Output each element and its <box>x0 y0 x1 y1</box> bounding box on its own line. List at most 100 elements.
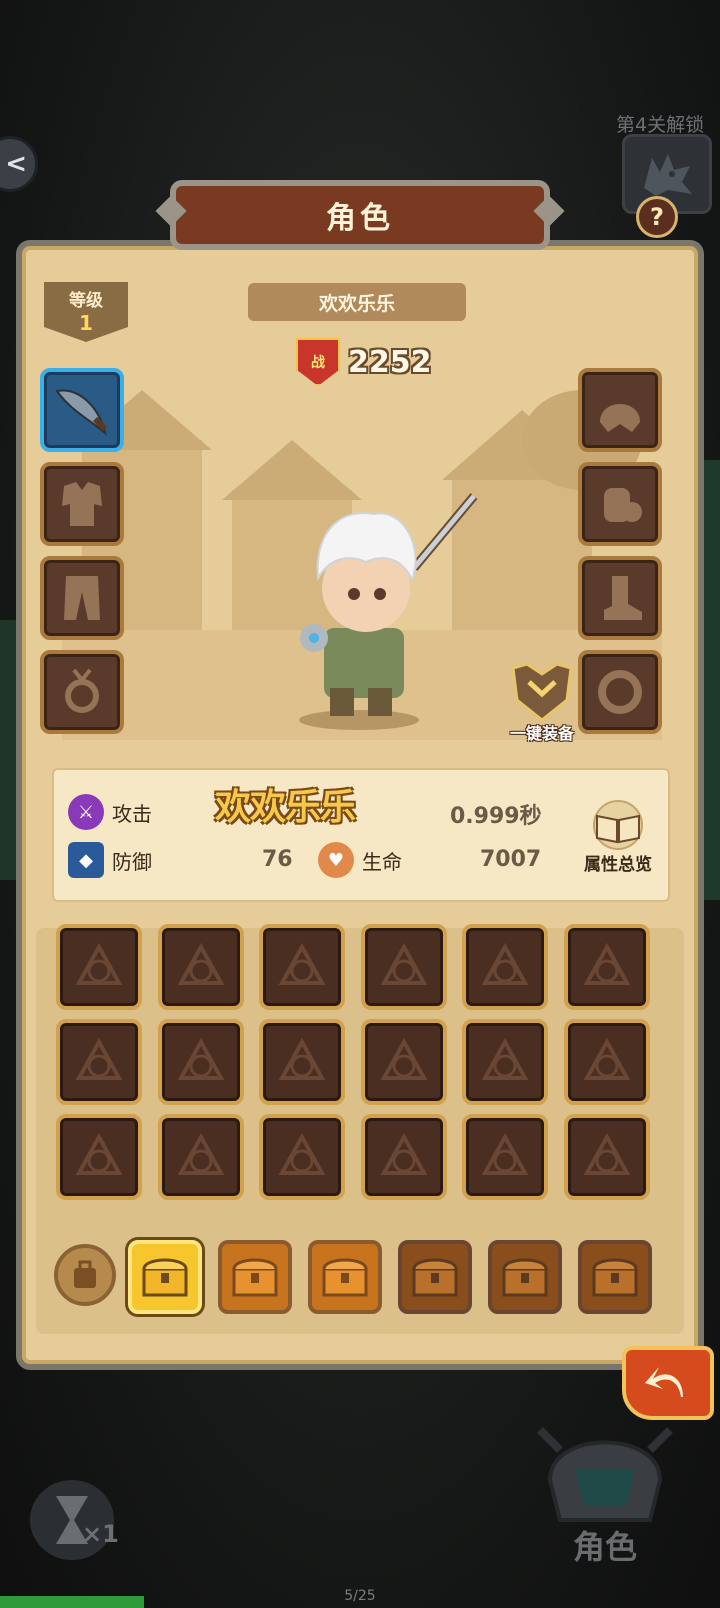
inventory-slot[interactable] <box>56 1114 142 1200</box>
empty-slot-emblem-icon <box>75 942 123 985</box>
inventory-slot[interactable] <box>360 924 447 1010</box>
inventory-slot[interactable] <box>462 1019 548 1105</box>
inventory-slot[interactable] <box>157 1019 244 1105</box>
combat-power: 战 2252 <box>296 338 432 386</box>
ring-icon <box>65 668 99 713</box>
chest-tab-3[interactable] <box>308 1240 382 1314</box>
book-icon <box>593 800 643 850</box>
attribute-overview-button[interactable]: 属性总览 <box>580 800 656 880</box>
empty-slot-emblem-icon <box>177 942 224 985</box>
empty-slot-emblem-icon <box>481 1132 529 1175</box>
wolf-icon <box>644 154 692 196</box>
armor-icon <box>62 482 102 526</box>
chest-tab-5[interactable] <box>488 1240 562 1314</box>
hp-label: 生命 <box>362 849 402 874</box>
chest-icon <box>322 1258 368 1297</box>
empty-slot-emblem-icon <box>380 942 427 985</box>
empty-slot-emblem-icon <box>380 1132 427 1175</box>
panel-title: 角色 <box>170 180 550 250</box>
stats-box <box>52 768 670 902</box>
auto-equip-label: 一键装备 <box>509 724 574 743</box>
helmet-tab-icon <box>537 1427 673 1522</box>
unlock-hint: 第4关解锁 <box>616 114 705 136</box>
boots-icon <box>604 576 642 620</box>
loading-progress-bar <box>0 1596 144 1608</box>
boots-slot[interactable] <box>578 556 662 640</box>
attack-speed-value: 0.999秒 <box>450 804 542 829</box>
defense-value: 76 <box>262 847 293 872</box>
hp-value: 7007 <box>480 847 542 872</box>
return-arrow-icon <box>645 1367 683 1397</box>
auto-equip-button[interactable]: 一键装备 <box>500 660 584 746</box>
inventory-slot[interactable] <box>360 1114 447 1200</box>
hp-stat: ♥ 生命 <box>318 842 402 878</box>
inventory-slot[interactable] <box>259 1114 345 1200</box>
inventory-slot[interactable] <box>462 924 548 1010</box>
chest-icon <box>592 1258 638 1297</box>
power-value: 2252 <box>348 344 432 380</box>
inventory-slot[interactable] <box>563 1019 650 1105</box>
empty-slot-emblem-icon <box>75 1037 123 1080</box>
empty-slot-emblem-icon <box>75 1132 123 1175</box>
inventory-slot[interactable] <box>259 1019 345 1105</box>
inventory-slot[interactable] <box>563 924 650 1010</box>
ring-slot[interactable] <box>40 650 124 734</box>
heart-icon: ♥ <box>318 842 354 878</box>
inventory-slot[interactable] <box>259 924 345 1010</box>
defense-stat: ◆ 防御 <box>68 842 152 878</box>
help-button[interactable]: ? <box>636 196 678 238</box>
weapon-slot[interactable] <box>40 368 124 452</box>
amulet-slot[interactable] <box>578 650 662 734</box>
chest-tab-2[interactable] <box>218 1240 292 1314</box>
level-label: 等级 <box>69 291 103 311</box>
hero-name: 欢欢乐乐 <box>248 283 466 321</box>
bag-tab[interactable] <box>54 1244 116 1306</box>
attack-label: 攻击 <box>112 801 152 826</box>
sword-icon <box>55 389 108 436</box>
chest-icon <box>502 1258 548 1297</box>
level-value: 1 <box>79 311 93 335</box>
character-tab[interactable]: 角色 <box>520 1410 690 1608</box>
return-button[interactable] <box>622 1346 714 1420</box>
empty-slot-emblem-icon <box>380 1037 427 1080</box>
bracer-icon <box>604 488 642 522</box>
inventory-slot[interactable] <box>157 1114 244 1200</box>
inventory-slot[interactable] <box>462 1114 548 1200</box>
auto-equip-icon <box>511 662 573 722</box>
chest-icon <box>232 1258 278 1297</box>
inventory-slot[interactable] <box>563 1114 650 1200</box>
speed-multiplier: ×1 <box>82 1520 119 1548</box>
empty-slot-emblem-icon <box>481 942 529 985</box>
bracer-slot[interactable] <box>578 462 662 546</box>
chevron-left-icon: < <box>5 149 27 179</box>
chest-icon <box>142 1258 188 1297</box>
shield-icon: ◆ <box>68 842 104 878</box>
power-shield-icon: 战 <box>296 338 340 386</box>
sword-stat-icon: ⚔ <box>68 794 104 830</box>
hero-avatar <box>299 493 478 730</box>
amulet-icon <box>598 670 642 714</box>
empty-slot-emblem-icon <box>583 942 630 985</box>
pants-icon <box>64 576 100 620</box>
inventory-slot[interactable] <box>56 924 142 1010</box>
overview-label: 属性总览 <box>584 855 652 875</box>
chest-tab-4[interactable] <box>398 1240 472 1314</box>
armor-slot[interactable] <box>40 462 124 546</box>
watermark-text: 欢欢乐乐 <box>215 787 356 828</box>
pants-slot[interactable] <box>40 556 124 640</box>
helmet-slot[interactable] <box>578 368 662 452</box>
chest-icon <box>412 1258 458 1297</box>
bag-icon <box>74 1260 96 1288</box>
empty-slot-emblem-icon <box>583 1037 630 1080</box>
empty-slot-emblem-icon <box>278 1037 326 1080</box>
chest-tab-6[interactable] <box>578 1240 652 1314</box>
defense-label: 防御 <box>112 849 152 874</box>
chest-tab-1[interactable] <box>128 1240 202 1314</box>
inventory-slot[interactable] <box>56 1019 142 1105</box>
inventory-slot[interactable] <box>157 924 244 1010</box>
empty-slot-emblem-icon <box>278 1132 326 1175</box>
empty-slot-emblem-icon <box>583 1132 630 1175</box>
character-tab-label: 角色 <box>572 1528 637 1566</box>
inventory-slot[interactable] <box>360 1019 447 1105</box>
empty-slot-emblem-icon <box>177 1132 224 1175</box>
